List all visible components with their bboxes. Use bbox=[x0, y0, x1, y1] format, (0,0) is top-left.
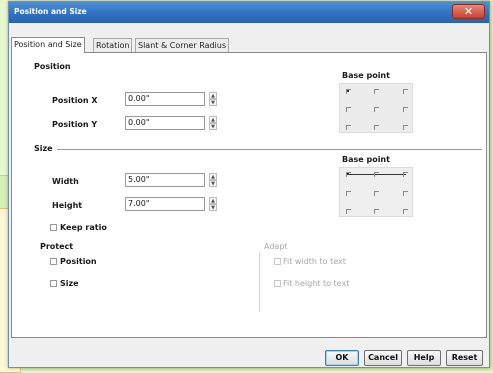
tab-slant-corner-radius[interactable]: Slant & Corner Radius bbox=[135, 38, 230, 52]
size-heading: Size bbox=[34, 144, 53, 153]
reset-button[interactable]: Reset bbox=[446, 350, 483, 366]
position-base-point-grid bbox=[339, 83, 413, 133]
base-point-radio-bottom-center[interactable] bbox=[374, 209, 379, 214]
dialog-title: Position and Size bbox=[14, 7, 87, 16]
position-base-point-label: Base point bbox=[342, 71, 390, 80]
spin-down-icon[interactable]: ▼ bbox=[209, 204, 217, 211]
base-point-radio-top-left[interactable] bbox=[346, 89, 351, 94]
position-y-field[interactable]: 0.00" bbox=[125, 116, 205, 130]
ok-button[interactable]: OK bbox=[325, 350, 359, 366]
spin-up-icon[interactable]: ▲ bbox=[209, 173, 217, 180]
base-point-radio-top-center[interactable] bbox=[374, 89, 379, 94]
adapt-heading: Adapt bbox=[264, 242, 288, 251]
fit-width-label[interactable]: Fit width to text bbox=[283, 257, 346, 266]
spin-down-icon[interactable]: ▼ bbox=[209, 99, 217, 106]
height-field[interactable]: 7.00" bbox=[125, 197, 205, 211]
fit-height-checkbox[interactable] bbox=[274, 280, 281, 287]
close-button[interactable]: ✕ bbox=[452, 4, 485, 19]
base-point-radio-bottom-left[interactable] bbox=[346, 125, 351, 130]
cancel-button[interactable]: Cancel bbox=[364, 350, 402, 366]
position-y-label: Position Y bbox=[52, 120, 98, 129]
size-base-point-label: Base point bbox=[342, 155, 390, 164]
base-point-radio-middle-left[interactable] bbox=[346, 191, 351, 196]
width-label: Width bbox=[52, 177, 79, 186]
height-label: Height bbox=[52, 201, 83, 210]
fit-width-checkbox[interactable] bbox=[274, 258, 281, 265]
position-heading: Position bbox=[34, 62, 71, 71]
base-point-radio-center[interactable] bbox=[374, 107, 379, 112]
tab-strip: Position and Size Rotation Slant & Corne… bbox=[11, 37, 487, 53]
base-point-radio-bottom-right[interactable] bbox=[403, 209, 408, 214]
size-separator bbox=[57, 149, 482, 150]
close-icon: ✕ bbox=[463, 5, 474, 18]
tab-panel: Position Position X 0.00" ▲ ▼ Position Y… bbox=[11, 52, 487, 338]
protect-size-checkbox[interactable] bbox=[50, 280, 57, 287]
position-x-label: Position X bbox=[52, 96, 98, 105]
help-button[interactable]: Help bbox=[407, 350, 441, 366]
adapt-separator bbox=[259, 252, 260, 312]
base-point-radio-middle-right[interactable] bbox=[403, 107, 408, 112]
protect-size-label[interactable]: Size bbox=[60, 279, 79, 288]
protect-position-label[interactable]: Position bbox=[60, 257, 97, 266]
height-spinner[interactable]: ▲ ▼ bbox=[209, 197, 217, 211]
fit-height-label[interactable]: Fit height to text bbox=[283, 279, 349, 288]
dialog-titlebar[interactable]: Position and Size ✕ bbox=[9, 2, 489, 23]
width-field[interactable]: 5.00" bbox=[125, 173, 205, 187]
keep-ratio-label[interactable]: Keep ratio bbox=[60, 223, 107, 232]
position-y-spinner[interactable]: ▲ ▼ bbox=[209, 116, 217, 130]
spin-down-icon[interactable]: ▼ bbox=[209, 123, 217, 130]
spin-up-icon[interactable]: ▲ bbox=[209, 116, 217, 123]
size-base-point-grid bbox=[339, 167, 413, 217]
base-point-radio-top-right[interactable] bbox=[403, 172, 408, 177]
spin-down-icon[interactable]: ▼ bbox=[209, 180, 217, 187]
tab-position-and-size[interactable]: Position and Size bbox=[11, 37, 85, 53]
tab-rotation[interactable]: Rotation bbox=[93, 38, 133, 52]
base-point-radio-top-right[interactable] bbox=[403, 89, 408, 94]
spin-up-icon[interactable]: ▲ bbox=[209, 197, 217, 204]
base-point-radio-center[interactable] bbox=[374, 191, 379, 196]
base-point-radio-bottom-left[interactable] bbox=[346, 209, 351, 214]
base-point-radio-middle-left[interactable] bbox=[346, 107, 351, 112]
keep-ratio-checkbox[interactable] bbox=[50, 224, 57, 231]
protect-heading: Protect bbox=[40, 242, 74, 251]
base-point-radio-bottom-right[interactable] bbox=[403, 125, 408, 130]
spin-up-icon[interactable]: ▲ bbox=[209, 92, 217, 99]
protect-position-checkbox[interactable] bbox=[50, 258, 57, 265]
base-point-radio-middle-right[interactable] bbox=[403, 191, 408, 196]
position-x-field[interactable]: 0.00" bbox=[125, 92, 205, 106]
position-and-size-dialog: Position and Size ✕ Position and Size Ro… bbox=[8, 1, 490, 368]
width-spinner[interactable]: ▲ ▼ bbox=[209, 173, 217, 187]
base-point-radio-top-center[interactable] bbox=[374, 172, 379, 177]
base-point-radio-top-left[interactable] bbox=[346, 172, 351, 177]
position-x-spinner[interactable]: ▲ ▼ bbox=[209, 92, 217, 106]
base-point-radio-bottom-center[interactable] bbox=[374, 125, 379, 130]
